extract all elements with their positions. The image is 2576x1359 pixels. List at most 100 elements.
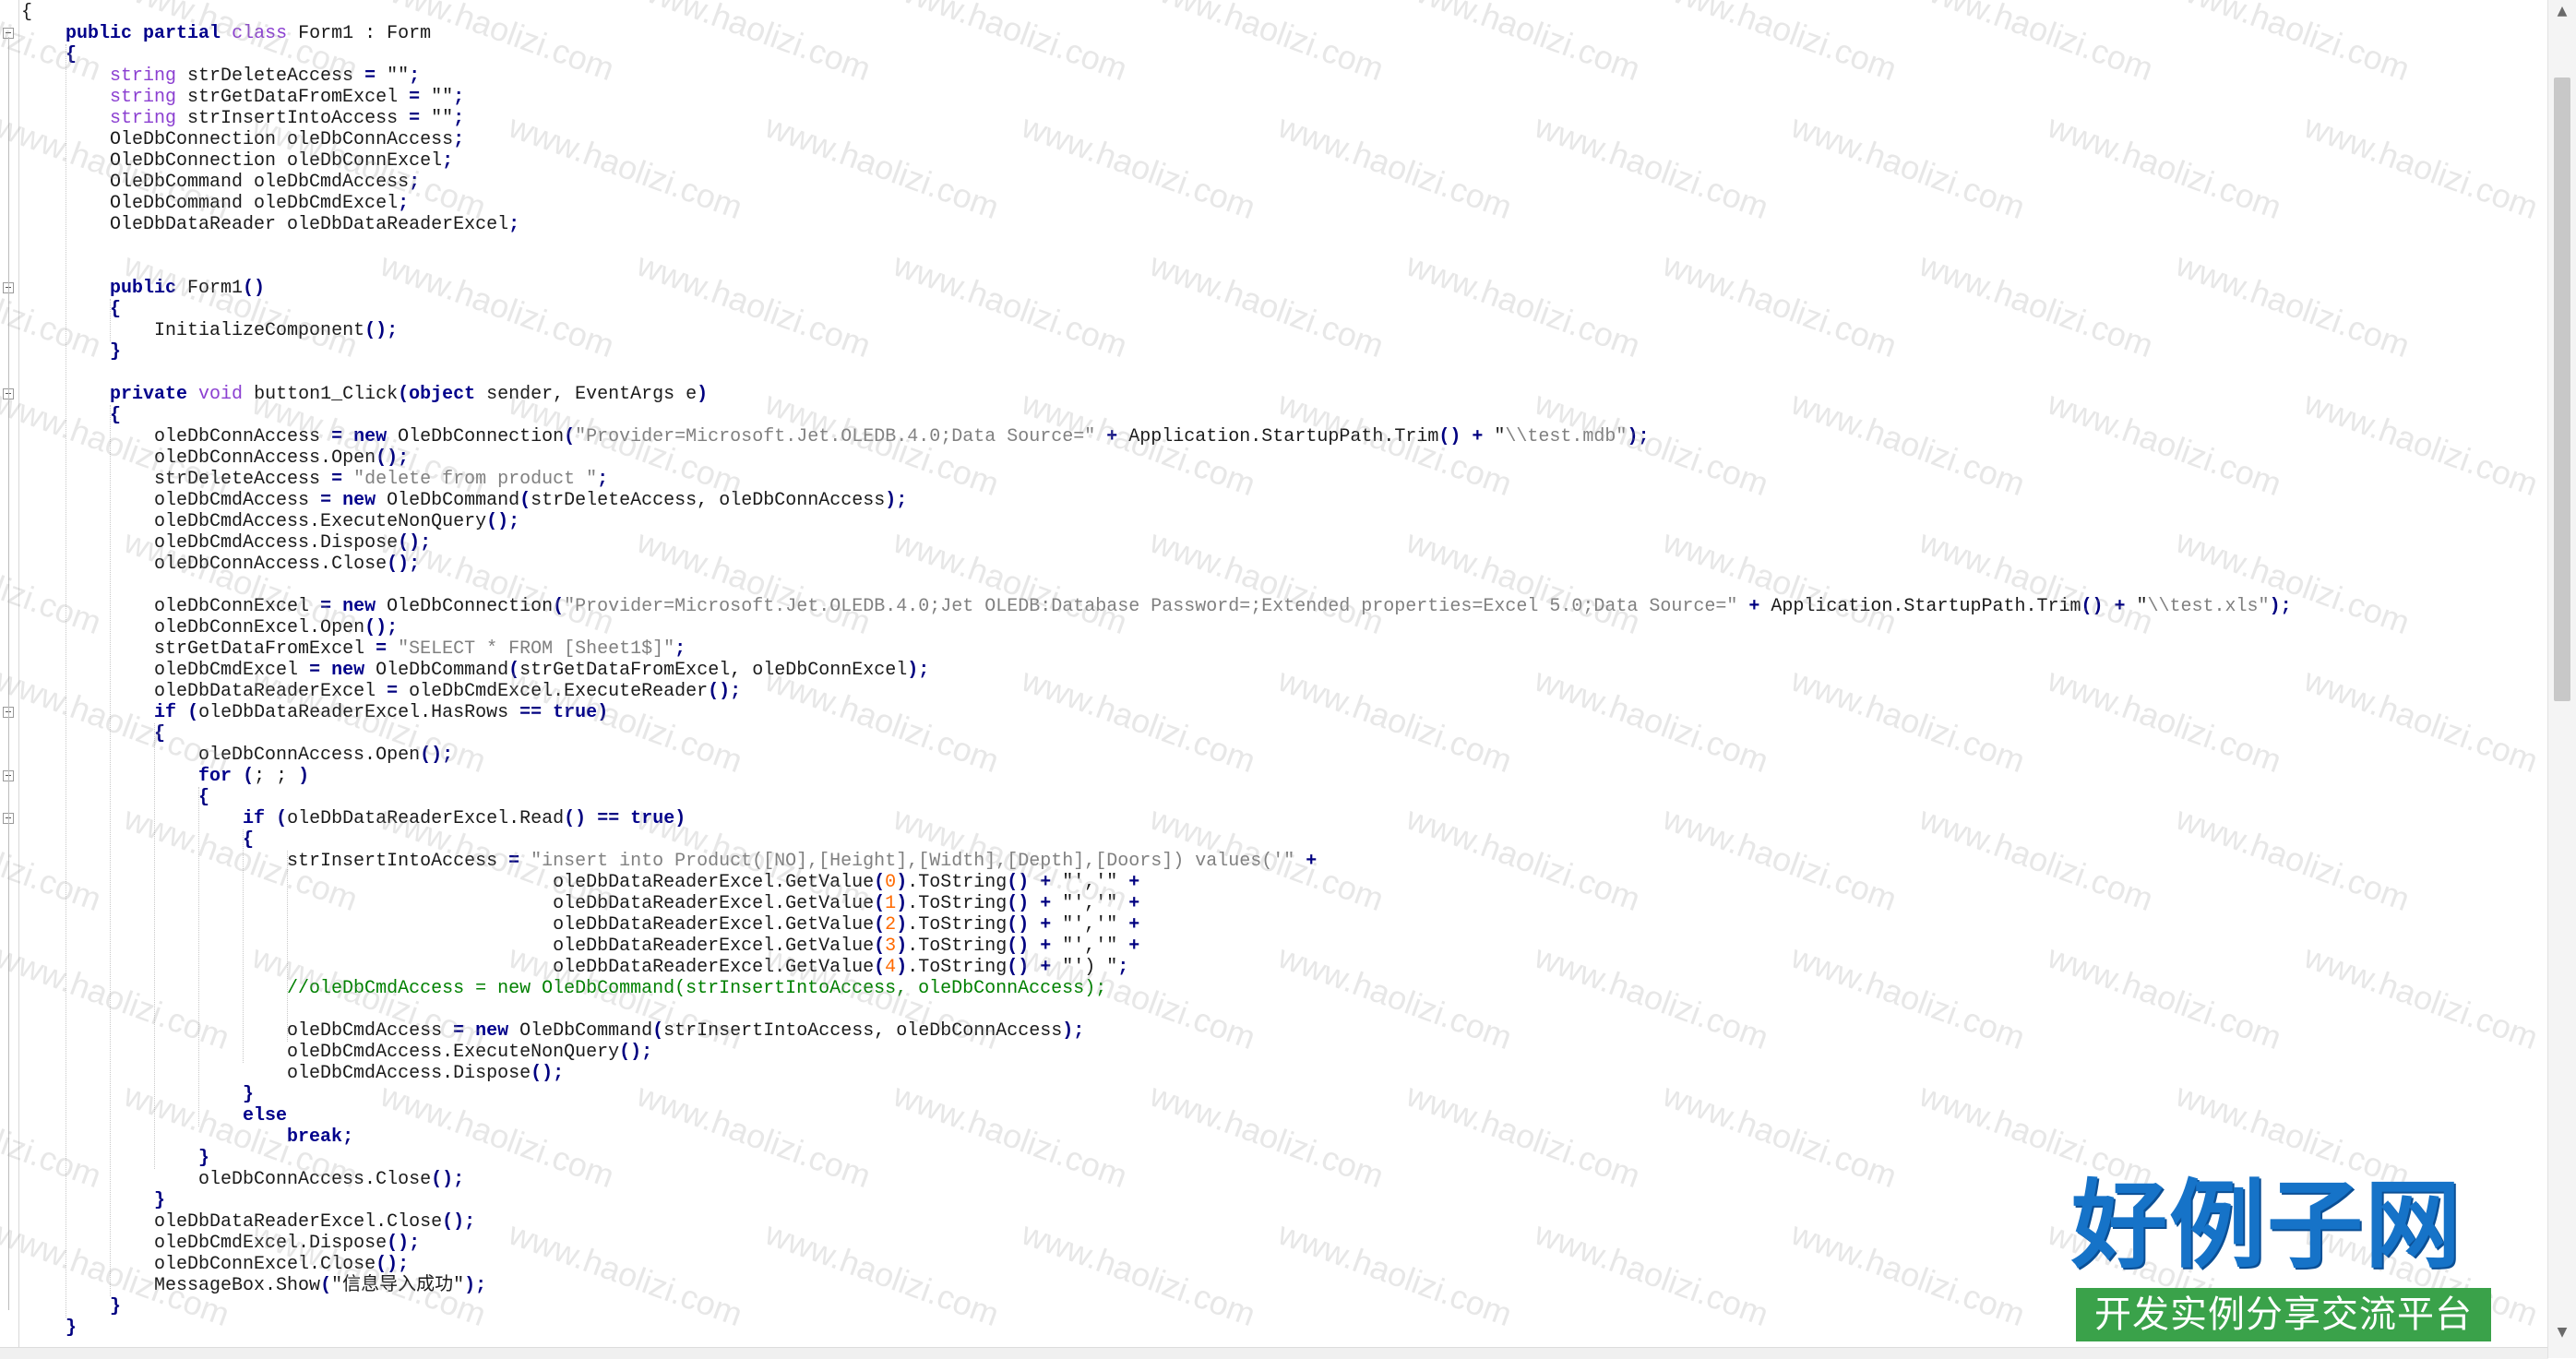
- code-token-plain: strDeleteAccess: [176, 66, 365, 87]
- code-token-plain: oleDbDataReaderExcel.Read: [287, 808, 565, 829]
- code-token-kw: else: [243, 1105, 288, 1127]
- code-line[interactable]: oleDbCmdExcel = new OleDbCommand(strGetD…: [21, 660, 2548, 681]
- code-line[interactable]: oleDbCmdAccess = new OleDbCommand(strIns…: [21, 1020, 2548, 1042]
- code-token-punct: ();: [486, 511, 520, 532]
- code-token-punct: =: [376, 638, 388, 660]
- code-line[interactable]: for (; ; ): [21, 766, 2548, 787]
- code-token-punct: ();: [431, 1169, 465, 1190]
- code-line[interactable]: }: [21, 1084, 2548, 1105]
- code-line[interactable]: [21, 363, 2548, 384]
- code-line[interactable]: //oleDbCmdAccess = new OleDbCommand(strI…: [21, 978, 2548, 999]
- code-line[interactable]: oleDbConnExcel.Open();: [21, 617, 2548, 638]
- code-token-punct: =: [387, 681, 399, 702]
- chevron-up-icon[interactable]: ▲: [2548, 0, 2576, 22]
- code-line[interactable]: oleDbDataReaderExcel.GetValue(4).ToStrin…: [21, 957, 2548, 978]
- chevron-down-icon[interactable]: ▼: [2548, 1321, 2576, 1343]
- code-line[interactable]: oleDbCmdAccess = new OleDbCommand(strDel…: [21, 490, 2548, 511]
- code-token-plain: oleDbDataReaderExcel.Close: [154, 1211, 443, 1233]
- scrollbar-thumb[interactable]: [2554, 77, 2570, 701]
- code-line[interactable]: oleDbDataReaderExcel.GetValue(1).ToStrin…: [21, 893, 2548, 914]
- code-token-punct: );: [885, 490, 908, 511]
- code-line[interactable]: oleDbCmdAccess.ExecuteNonQuery();: [21, 1042, 2548, 1063]
- code-line[interactable]: oleDbConnAccess.Open();: [21, 745, 2548, 766]
- code-line[interactable]: oleDbConnExcel = new OleDbConnection("Pr…: [21, 596, 2548, 617]
- code-line[interactable]: InitializeComponent();: [21, 320, 2548, 341]
- code-line[interactable]: oleDbCmdAccess.ExecuteNonQuery();: [21, 511, 2548, 532]
- code-token-punct: ==: [519, 702, 543, 723]
- code-line[interactable]: {: [21, 2, 2548, 23]
- code-line[interactable]: strDeleteAccess = "delete from product "…: [21, 469, 2548, 490]
- code-line[interactable]: }: [21, 1148, 2548, 1169]
- code-token-punct: (): [1007, 914, 1030, 936]
- code-line[interactable]: oleDbDataReaderExcel = oleDbCmdExcel.Exe…: [21, 681, 2548, 702]
- code-line[interactable]: [21, 235, 2548, 256]
- code-token-punct: +: [1040, 914, 1052, 936]
- code-line[interactable]: OleDbDataReader oleDbDataReaderExcel;: [21, 214, 2548, 235]
- code-line[interactable]: oleDbDataReaderExcel.GetValue(2).ToStrin…: [21, 914, 2548, 936]
- code-line[interactable]: oleDbConnAccess = new OleDbConnection("P…: [21, 426, 2548, 447]
- code-line[interactable]: [21, 256, 2548, 278]
- code-line[interactable]: oleDbCmdAccess.Dispose();: [21, 1063, 2548, 1084]
- code-token-punct: ();: [364, 617, 399, 638]
- code-line[interactable]: oleDbDataReaderExcel.GetValue(0).ToStrin…: [21, 872, 2548, 893]
- code-token-punct: );: [2269, 596, 2292, 617]
- code-line[interactable]: string strGetDataFromExcel = "";: [21, 87, 2548, 108]
- code-line[interactable]: public partial class Form1 : Form: [21, 23, 2548, 44]
- code-line[interactable]: oleDbCmdAccess.Dispose();: [21, 532, 2548, 554]
- code-line[interactable]: else: [21, 1105, 2548, 1127]
- code-line[interactable]: OleDbCommand oleDbCmdExcel;: [21, 193, 2548, 214]
- code-line[interactable]: private void button1_Click(object sender…: [21, 384, 2548, 405]
- code-line[interactable]: string strDeleteAccess = "";: [21, 66, 2548, 87]
- code-editor[interactable]: { public partial class Form1 : Form { st…: [0, 0, 2576, 1359]
- code-token-punct: (): [1007, 957, 1030, 978]
- code-token-punct: =: [331, 426, 343, 447]
- code-token-punct: ();: [708, 681, 742, 702]
- code-token-plain: "','": [1051, 936, 1129, 957]
- code-token-str: "delete from product ": [353, 469, 598, 490]
- site-logo: 好例子网 开发实例分享交流平台: [2062, 1170, 2496, 1353]
- code-line[interactable]: if (oleDbDataReaderExcel.HasRows == true…: [21, 702, 2548, 723]
- code-line[interactable]: OleDbConnection oleDbConnExcel;: [21, 150, 2548, 172]
- code-line[interactable]: strInsertIntoAccess = "insert into Produ…: [21, 851, 2548, 872]
- code-token-plain: strInsertIntoAccess: [176, 108, 410, 129]
- code-line[interactable]: {: [21, 829, 2548, 851]
- code-token-punct: );: [1627, 426, 1650, 447]
- code-token-punct: }: [198, 1148, 210, 1169]
- code-line[interactable]: }: [21, 341, 2548, 363]
- code-line[interactable]: if (oleDbDataReaderExcel.Read() == true): [21, 808, 2548, 829]
- code-line[interactable]: break;: [21, 1127, 2548, 1148]
- code-token-punct: +: [1128, 872, 1140, 893]
- code-token-plain: "": [376, 66, 410, 87]
- code-line[interactable]: string strInsertIntoAccess = "";: [21, 108, 2548, 129]
- code-token-punct: +: [1306, 851, 1318, 872]
- code-line[interactable]: {: [21, 405, 2548, 426]
- code-line[interactable]: strGetDataFromExcel = "SELECT * FROM [Sh…: [21, 638, 2548, 660]
- code-area[interactable]: { public partial class Form1 : Form { st…: [21, 2, 2548, 1349]
- code-line[interactable]: {: [21, 299, 2548, 320]
- code-line[interactable]: {: [21, 787, 2548, 808]
- code-line[interactable]: [21, 999, 2548, 1020]
- code-line[interactable]: oleDbConnAccess.Open();: [21, 447, 2548, 469]
- code-line[interactable]: {: [21, 44, 2548, 66]
- code-token-kw: if: [243, 808, 266, 829]
- code-token-plain: OleDbCommand oleDbCmdAccess: [110, 172, 410, 193]
- code-line[interactable]: OleDbCommand oleDbCmdAccess;: [21, 172, 2548, 193]
- code-token-punct: ;: [453, 129, 465, 150]
- code-line[interactable]: public Form1(): [21, 278, 2548, 299]
- code-token-punct: (): [2081, 596, 2104, 617]
- code-token-plain: oleDbDataReaderExcel.GetValue: [553, 872, 875, 893]
- code-line[interactable]: oleDbConnAccess.Close();: [21, 554, 2548, 575]
- code-line[interactable]: OleDbConnection oleDbConnAccess;: [21, 129, 2548, 150]
- code-line[interactable]: {: [21, 723, 2548, 745]
- code-line[interactable]: oleDbDataReaderExcel.GetValue(3).ToStrin…: [21, 936, 2548, 957]
- vertical-scrollbar[interactable]: ▲ ▼: [2547, 0, 2576, 1358]
- code-line[interactable]: [21, 575, 2548, 596]
- code-token-plain: OleDbCommand: [376, 490, 520, 511]
